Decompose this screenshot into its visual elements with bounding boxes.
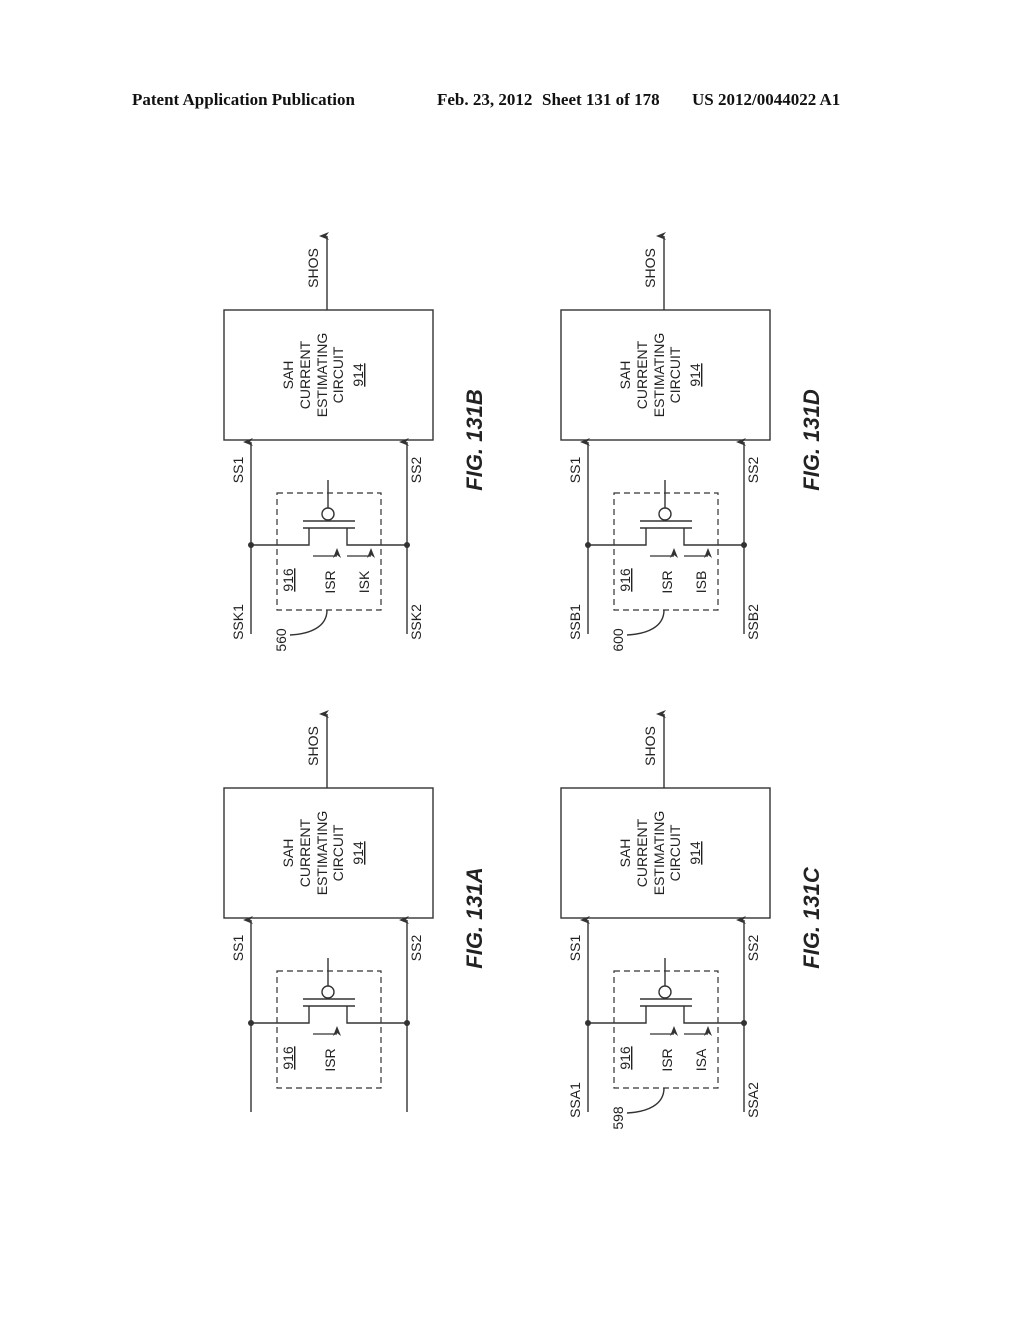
drawing-sheet: SAH CURRENT ESTIMATING CIRCUIT 914SHOSSS1 SS2… <box>223 232 824 1130</box>
transistor-drain-lead <box>346 528 407 546</box>
figure-131c: SAH CURRENT ESTIMATING CIRCUIT 914 SHOS SS1 SS2… <box>560 710 824 1130</box>
callout-leader <box>626 609 665 636</box>
block-label-line: CURRENT <box>634 818 650 887</box>
figure-label: FIG. 131C <box>799 866 824 969</box>
block-ref-number: 914 <box>350 841 366 865</box>
block-label-line: CIRCUIT <box>667 346 683 403</box>
input-top-label: SS1 <box>567 457 583 484</box>
transistor-source-lead <box>588 528 647 546</box>
output-label: SHOS <box>642 248 658 288</box>
figure-131a: SAH CURRENT ESTIMATING CIRCUIT 914 SHOS SS1 SS2… <box>223 710 487 1112</box>
block-ref-number: 914 <box>687 841 703 865</box>
figure-131b: SAH CURRENT ESTIMATING CIRCUIT 914 SHOS SS1 SS2… <box>223 232 487 652</box>
block-label-line: CURRENT <box>297 818 313 887</box>
block-label-line: SAH <box>617 361 633 390</box>
callout-leader <box>626 1087 665 1114</box>
switch-ref-number: 916 <box>280 1046 296 1070</box>
current-label: ISR <box>322 570 338 593</box>
block-label-line: ESTIMATING <box>651 333 667 418</box>
transistor-drain-lead <box>346 1006 407 1024</box>
current-label: ISK <box>356 570 372 593</box>
source-bottom-label: SSA2 <box>745 1082 761 1118</box>
transistor-source-lead <box>251 1006 310 1024</box>
source-top-label: SSK1 <box>230 604 246 640</box>
input-bottom-label: SS2 <box>408 457 424 484</box>
input-bottom-label: SS2 <box>745 935 761 962</box>
current-label: ISB <box>693 571 709 594</box>
source-top-label: SSA1 <box>567 1082 583 1118</box>
source-bottom-label: SSK2 <box>408 604 424 640</box>
transistor-gate-bubble <box>321 507 335 521</box>
figure-label: FIG. 131B <box>462 389 487 491</box>
block-label-line: CURRENT <box>634 340 650 409</box>
input-bottom-label: SS2 <box>745 457 761 484</box>
figure-label: FIG. 131A <box>462 867 487 968</box>
switch-ref-number: 916 <box>280 568 296 592</box>
current-label: ISR <box>659 1048 675 1071</box>
source-bottom-label: SSB2 <box>745 604 761 640</box>
current-label: ISA <box>693 1048 709 1071</box>
block-label-line: ESTIMATING <box>314 811 330 896</box>
callout-number: 598 <box>610 1106 626 1130</box>
input-top-label: SS1 <box>230 457 246 484</box>
block-label-line: SAH <box>280 361 296 390</box>
figure-131d: SAH CURRENT ESTIMATING CIRCUIT 914 SHOS SS1 SS2… <box>560 232 824 652</box>
block-label-line: CIRCUIT <box>330 824 346 881</box>
transistor-drain-lead <box>683 528 744 546</box>
block-label-line: CURRENT <box>297 340 313 409</box>
output-label: SHOS <box>642 726 658 766</box>
figure-label: FIG. 131D <box>799 389 824 491</box>
transistor-source-lead <box>588 1006 647 1024</box>
block-label-line: SAH <box>617 839 633 868</box>
source-top-label: SSB1 <box>567 604 583 640</box>
current-label: ISR <box>322 1048 338 1071</box>
block-label-line: SAH <box>280 839 296 868</box>
transistor-drain-lead <box>683 1006 744 1024</box>
input-bottom-label: SS2 <box>408 935 424 962</box>
output-label: SHOS <box>305 248 321 288</box>
callout-leader <box>289 609 328 636</box>
block-label-line: ESTIMATING <box>314 333 330 418</box>
callout-number: 560 <box>273 628 289 652</box>
switch-ref-number: 916 <box>617 1046 633 1070</box>
switch-ref-number: 916 <box>617 568 633 592</box>
transistor-gate-bubble <box>658 985 672 999</box>
block-ref-number: 914 <box>687 363 703 387</box>
output-label: SHOS <box>305 726 321 766</box>
block-label-line: CIRCUIT <box>330 346 346 403</box>
block-ref-number: 914 <box>350 363 366 387</box>
input-top-label: SS1 <box>230 935 246 962</box>
transistor-gate-bubble <box>321 985 335 999</box>
current-label: ISR <box>659 570 675 593</box>
transistor-source-lead <box>251 528 310 546</box>
block-label-line: ESTIMATING <box>651 811 667 896</box>
input-top-label: SS1 <box>567 935 583 962</box>
transistor-gate-bubble <box>658 507 672 521</box>
callout-number: 600 <box>610 628 626 652</box>
block-label-line: CIRCUIT <box>667 824 683 881</box>
